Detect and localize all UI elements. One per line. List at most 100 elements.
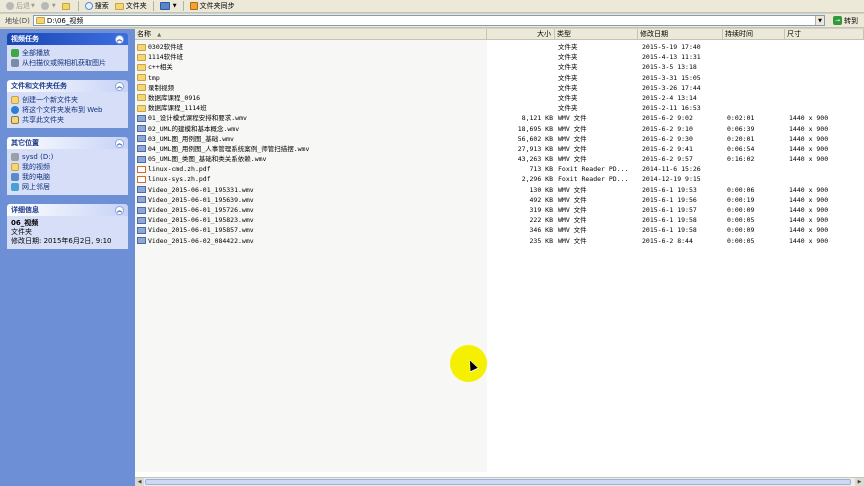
place-my-videos[interactable]: 我的视频 xyxy=(11,162,124,172)
back-arrow-icon xyxy=(6,2,14,10)
file-name-cell[interactable]: Video_2015-06-01_195823.wmv xyxy=(137,215,254,225)
file-name-cell[interactable]: linux-cmd.zh.pdf xyxy=(137,164,211,174)
collapse-chevron-icon[interactable]: ︽ xyxy=(115,138,124,148)
file-row[interactable]: 1114软件班 文件夹 2015-4-13 11:31 xyxy=(135,52,864,62)
column-header-size[interactable]: 大小 xyxy=(487,29,555,40)
file-name-cell[interactable]: 数据库课程_0916 xyxy=(137,93,200,103)
scroll-right-icon[interactable]: ▶ xyxy=(855,478,864,486)
file-name-cell[interactable]: 1114软件班 xyxy=(137,52,183,62)
file-type: WMV 文件 xyxy=(558,155,587,164)
other-places-header[interactable]: 其它位置 ︽ xyxy=(7,137,128,149)
file-row[interactable]: Video_2015-06-01_195857.wmv 346 KB WMV 文件 2… xyxy=(135,225,864,235)
file-row[interactable]: 数据库课程_0916 文件夹 2015-2-4 13:14 xyxy=(135,93,864,103)
file-name-cell[interactable]: tmp xyxy=(137,73,160,83)
file-name-cell[interactable]: 数据库课程_1114班 xyxy=(137,103,207,113)
task-publish-web[interactable]: 将这个文件夹发布到 Web xyxy=(11,105,124,115)
up-button[interactable] xyxy=(59,1,75,12)
file-name-cell[interactable]: 0302软件班 xyxy=(137,42,183,52)
column-header-duration[interactable]: 持续时间 xyxy=(723,29,785,40)
file-row[interactable]: Video_2015-06-01_195823.wmv 222 KB WMV 文件 2… xyxy=(135,215,864,225)
horizontal-scrollbar[interactable]: ◀ ▶ xyxy=(135,477,864,486)
file-name-cell[interactable]: 录制视频 xyxy=(137,83,174,93)
file-name-cell[interactable]: Video_2015-06-01_195857.wmv xyxy=(137,225,254,235)
folder-sync-button[interactable]: 文件夹同步 xyxy=(187,1,238,12)
address-dropdown-button[interactable]: ▼ xyxy=(815,16,824,25)
place-drive-d[interactable]: sysd (D:) xyxy=(11,152,124,162)
collapse-chevron-icon[interactable]: ︽ xyxy=(115,205,124,215)
search-button[interactable]: 搜索 xyxy=(82,1,112,12)
scrollbar-thumb[interactable] xyxy=(145,479,851,485)
file-row[interactable]: 数据库课程_1114班 文件夹 2015-2-11 16:53 xyxy=(135,103,864,113)
back-button[interactable]: 后退 ▼ xyxy=(3,1,38,12)
address-input[interactable]: D:\06_视频 ▼ xyxy=(32,15,825,26)
file-name-cell[interactable]: 03_UML图_用例图_基础.wmv xyxy=(137,134,234,144)
place-network[interactable]: 网上邻居 xyxy=(11,182,124,192)
place-my-computer[interactable]: 我的电脑 xyxy=(11,172,124,182)
file-name-cell[interactable]: c++相关 xyxy=(137,62,173,72)
collapse-chevron-icon[interactable]: ︽ xyxy=(115,81,124,91)
file-type: WMV 文件 xyxy=(558,226,587,235)
file-name-cell[interactable]: Video_2015-06-01_195331.wmv xyxy=(137,185,254,195)
column-header-type[interactable]: 类型 xyxy=(555,29,638,40)
file-row[interactable]: Video_2015-06-02_084422.wmv 235 KB WMV 文件 2… xyxy=(135,236,864,246)
file-row[interactable]: linux-sys.zh.pdf 2,296 KB Foxit Reader PD.… xyxy=(135,174,864,184)
file-tasks-header[interactable]: 文件和文件夹任务 ︽ xyxy=(7,80,128,92)
column-header-dimensions[interactable]: 尺寸 xyxy=(785,29,864,40)
file-type: WMV 文件 xyxy=(558,206,587,214)
file-name-cell[interactable]: 02_UML的建模和基本概念.wmv xyxy=(137,124,239,134)
video-tasks-header[interactable]: 视频任务 ︽ xyxy=(7,33,128,45)
file-row[interactable]: 05_UML图_类图_基础和类关系依赖.wmv 43,263 KB WMV 文件 20… xyxy=(135,154,864,164)
file-row[interactable]: 02_UML的建模和基本概念.wmv 18,695 KB WMV 文件 2015-6-… xyxy=(135,124,864,134)
file-name-cell[interactable]: linux-sys.zh.pdf xyxy=(137,174,211,184)
file-date: 2015-6-1 19:56 xyxy=(642,195,697,204)
file-row[interactable]: Video_2015-06-01_195726.wmv 319 KB WMV 文件 2… xyxy=(135,205,864,215)
column-name-label: 名称 xyxy=(137,30,151,38)
file-duration: 0:16:02 xyxy=(727,155,755,164)
file-date: 2015-6-1 19:58 xyxy=(642,226,697,235)
file-name-cell[interactable]: Video_2015-06-01_195726.wmv xyxy=(137,205,254,215)
file-name-cell[interactable]: 05_UML图_类图_基础和类关系依赖.wmv xyxy=(137,154,266,164)
file-name-cell[interactable]: 04_UML图_用例图_人事管理系统案例_师管扫描摆.wmv xyxy=(137,144,309,154)
task-share-folder[interactable]: 共享此文件夹 xyxy=(11,115,124,125)
file-row[interactable]: 录制视频 文件夹 2015-3-26 17:44 xyxy=(135,83,864,93)
file-name: linux-sys.zh.pdf xyxy=(148,175,211,184)
file-name-cell[interactable]: Video_2015-06-02_084422.wmv xyxy=(137,236,254,246)
forward-button[interactable]: ▼ xyxy=(38,1,59,12)
file-row[interactable]: 04_UML图_用例图_人事管理系统案例_师管扫描摆.wmv 27,913 KB W… xyxy=(135,144,864,154)
camera-icon xyxy=(11,59,19,67)
file-type: WMV 文件 xyxy=(558,185,587,194)
views-button[interactable]: ▼ xyxy=(157,1,180,12)
file-row[interactable]: 0302软件班 文件夹 2015-5-19 17:40 xyxy=(135,42,864,52)
collapse-chevron-icon[interactable]: ︽ xyxy=(115,34,124,44)
column-header-date[interactable]: 修改日期 xyxy=(638,29,723,40)
file-name: tmp xyxy=(148,73,160,82)
file-name: 05_UML图_类图_基础和类关系依赖.wmv xyxy=(148,155,267,164)
chevron-down-icon: ▼ xyxy=(51,3,56,9)
file-row[interactable]: c++相关 文件夹 2015-3-5 13:18 xyxy=(135,62,864,72)
file-name-cell[interactable]: Video_2015-06-01_195639.wmv xyxy=(137,195,254,205)
details-header[interactable]: 详细信息 ︽ xyxy=(7,204,128,216)
file-dimensions: 1440 x 900 xyxy=(789,124,829,133)
task-play-all[interactable]: 全部播放 xyxy=(11,48,124,58)
column-header-name[interactable]: 名称 ▲ xyxy=(135,29,487,40)
pdf-file-icon xyxy=(137,165,146,173)
task-new-folder[interactable]: 创建一个新文件夹 xyxy=(11,95,124,105)
back-label: 后退 xyxy=(16,2,30,10)
go-button[interactable]: → 转到 xyxy=(829,15,862,26)
file-name-cell[interactable]: 01_设计模式课程安排和要求.wmv xyxy=(137,113,247,123)
file-row[interactable]: Video_2015-06-01_195331.wmv 130 KB WMV 文件 2… xyxy=(135,185,864,195)
task-get-pictures[interactable]: 从扫描仪或照相机获取图片 xyxy=(11,58,124,68)
file-row[interactable]: Video_2015-06-01_195639.wmv 492 KB WMV 文件 2… xyxy=(135,195,864,205)
video-file-icon xyxy=(137,226,146,234)
file-type: 文件夹 xyxy=(558,53,578,62)
file-row[interactable]: tmp 文件夹 2015-3-31 15:05 xyxy=(135,73,864,83)
file-size: 346 KB xyxy=(529,226,553,235)
file-tasks-title: 文件和文件夹任务 xyxy=(11,82,67,90)
file-size: 222 KB xyxy=(529,216,553,225)
scroll-left-icon[interactable]: ◀ xyxy=(135,478,144,486)
file-row[interactable]: linux-cmd.zh.pdf 713 KB Foxit Reader PD...… xyxy=(135,164,864,174)
file-dimensions: 1440 x 900 xyxy=(789,185,829,194)
file-row[interactable]: 01_设计模式课程安排和要求.wmv 8,121 KB WMV 文件 2015-6-2… xyxy=(135,113,864,123)
folders-button[interactable]: 文件夹 xyxy=(112,1,150,12)
file-row[interactable]: 03_UML图_用例图_基础.wmv 56,602 KB WMV 文件 2015-6-… xyxy=(135,134,864,144)
